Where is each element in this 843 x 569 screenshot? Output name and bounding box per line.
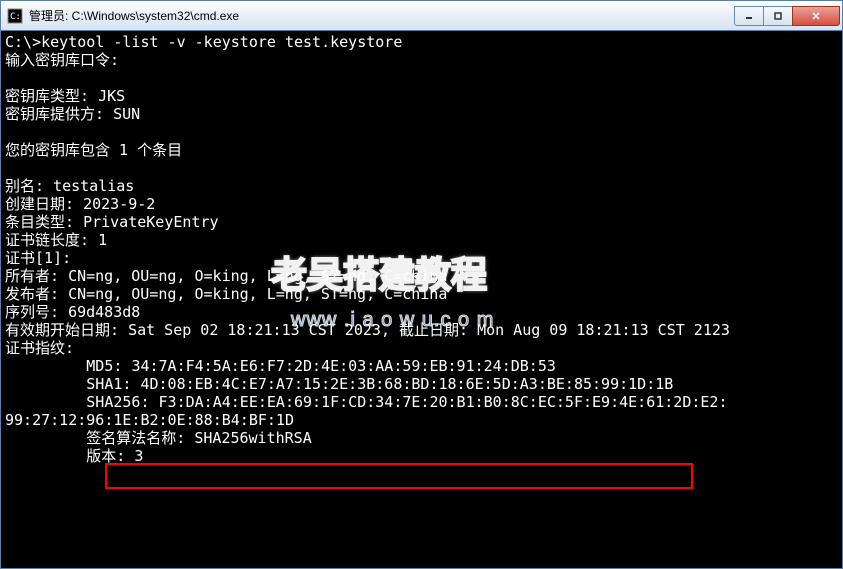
sig-algo-label: 签名算法名称: (86, 429, 194, 447)
terminal-output[interactable]: C:\>keytool -list -v -keystore test.keys… (1, 31, 842, 568)
version-label: 版本: (86, 447, 134, 465)
serial-value: 69d483d8 (68, 303, 140, 321)
version-value: 3 (134, 447, 143, 465)
window-controls (735, 6, 840, 26)
validity-start-label: 有效期开始日期: (5, 321, 128, 339)
keystore-provider: SUN (113, 105, 140, 123)
validity-sep: , 截止日期: (381, 321, 477, 339)
issuer-value: CN=ng, OU=ng, O=king, L=ng, ST=ng, C=chi… (68, 285, 447, 303)
entry-type: PrivateKeyEntry (83, 213, 218, 231)
password-prompt: 输入密钥库口令: (5, 51, 119, 69)
owner-value: CN=ng, OU=ng, O=king, L=ng, ST=ng, C=chi… (68, 267, 447, 285)
md5-value: 34:7A:F4:5A:E6:F7:2D:4E:03:AA:59:EB:91:2… (131, 357, 555, 375)
alias-value: testalias (53, 177, 134, 195)
prompt: C:\> (5, 33, 41, 51)
sha256-label: SHA256: (86, 393, 158, 411)
issuer-label: 发布者: (5, 285, 68, 303)
md5-label: MD5: (86, 357, 131, 375)
maximize-button[interactable] (763, 6, 793, 26)
keystore-provider-label: 密钥库提供方: (5, 105, 113, 123)
entry-count: 您的密钥库包含 1 个条目 (5, 141, 182, 159)
sha256-part2: 99:27:12:96:1E:B2:0E:88:B4:BF:1D (5, 411, 294, 429)
validity-end: Mon Aug 09 18:21:13 CST 2123 (477, 321, 730, 339)
fingerprint-label: 证书指纹: (5, 339, 74, 357)
sig-algo: SHA256withRSA (194, 429, 311, 447)
chain-length-label: 证书链长度: (5, 231, 98, 249)
close-button[interactable] (792, 6, 840, 26)
entry-type-label: 条目类型: (5, 213, 83, 231)
cmd-icon: C: (7, 8, 23, 24)
md5-highlight-box (105, 463, 693, 489)
minimize-button[interactable] (734, 6, 764, 26)
alias-label: 别名: (5, 177, 53, 195)
titlebar[interactable]: C: 管理员: C:\Windows\system32\cmd.exe (1, 1, 842, 31)
svg-text:C:: C: (10, 12, 21, 22)
validity-start: Sat Sep 02 18:21:13 CST 2023 (128, 321, 381, 339)
chain-length: 1 (98, 231, 107, 249)
keystore-type: JKS (98, 87, 125, 105)
create-date: 2023-9-2 (83, 195, 155, 213)
serial-label: 序列号: (5, 303, 68, 321)
cert-index: 证书[1]: (5, 249, 71, 267)
window-title: 管理员: C:\Windows\system32\cmd.exe (29, 7, 735, 24)
owner-label: 所有者: (5, 267, 68, 285)
sha1-label: SHA1: (86, 375, 140, 393)
cmd-window: C: 管理员: C:\Windows\system32\cmd.exe C:\>… (0, 0, 843, 569)
sha1-value: 4D:08:EB:4C:E7:A7:15:2E:3B:68:BD:18:6E:5… (140, 375, 673, 393)
create-date-label: 创建日期: (5, 195, 83, 213)
command-text: keytool -list -v -keystore test.keystore (41, 33, 402, 51)
sha256-part1: F3:DA:A4:EE:EA:69:1F:CD:34:7E:20:B1:B0:8… (159, 393, 728, 411)
keystore-type-label: 密钥库类型: (5, 87, 98, 105)
